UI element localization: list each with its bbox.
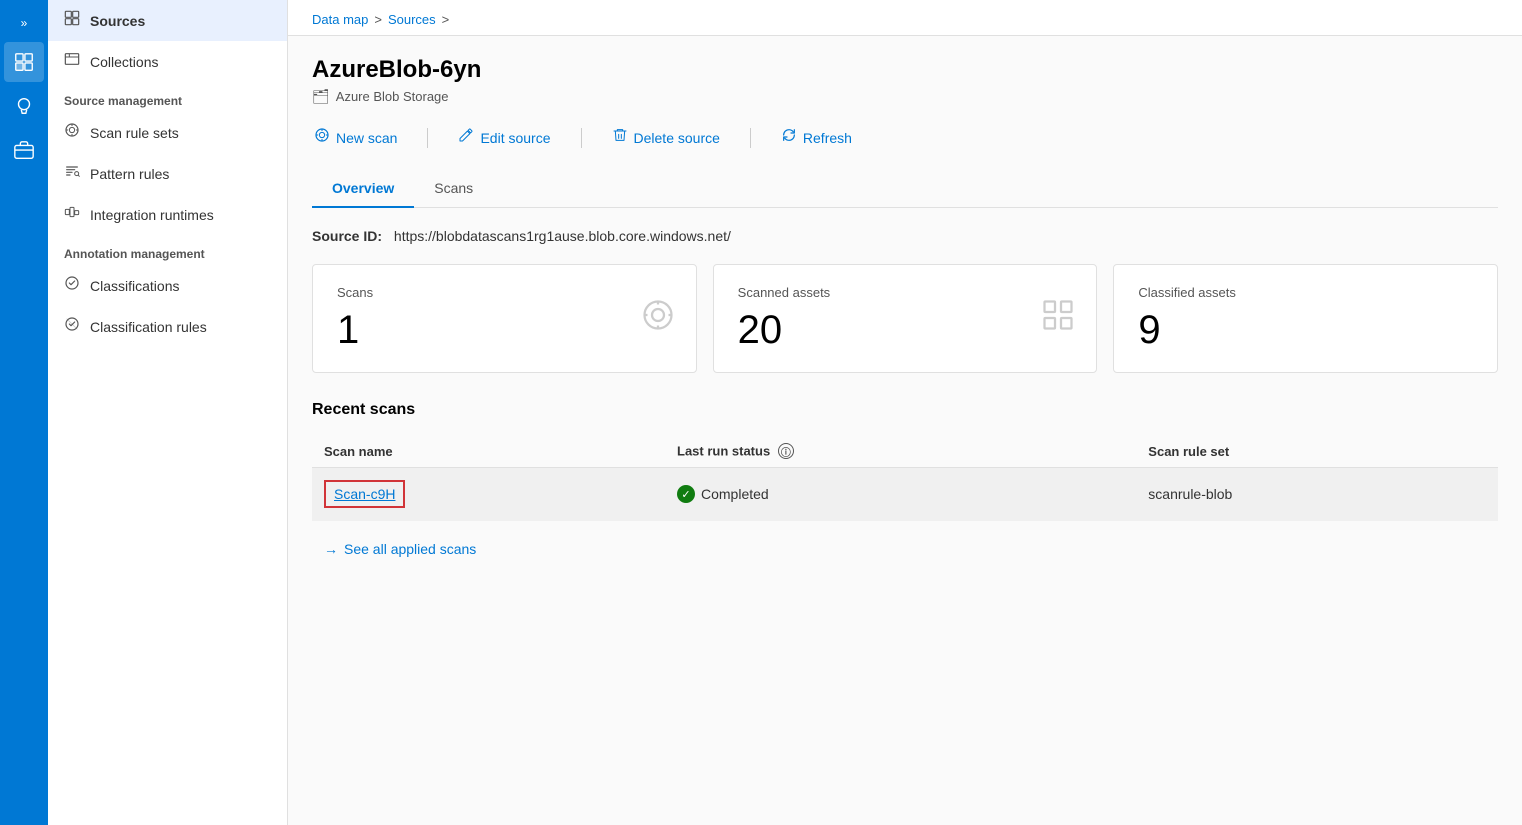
scan-name-header: Scan name — [312, 435, 665, 468]
new-scan-icon — [314, 127, 330, 148]
delete-source-label: Delete source — [634, 130, 720, 146]
briefcase-rail-icon[interactable] — [4, 130, 44, 170]
refresh-label: Refresh — [803, 130, 852, 146]
expand-button[interactable]: » — [13, 8, 36, 38]
classifications-icon — [64, 275, 80, 296]
table-row: Scan-c9H ✓ Completed scanrule-blob — [312, 468, 1498, 521]
edit-source-icon — [458, 127, 474, 148]
scanned-assets-stat-value: 20 — [738, 308, 1073, 352]
main-content: Data map > Sources > AzureBlob-6yn 🗂 Azu… — [288, 0, 1522, 825]
sidebar-item-integration-runtimes-label: Integration runtimes — [90, 207, 214, 223]
sources-icon — [64, 10, 80, 31]
sidebar-item-sources[interactable]: Sources — [48, 0, 287, 41]
stats-row: Scans 1 Scanned assets 20 — [312, 264, 1498, 373]
last-run-status-header: Last run status ⓘ — [665, 435, 1136, 468]
content-area: AzureBlob-6yn 🗂 Azure Blob Storage New s… — [288, 36, 1522, 825]
sidebar-item-sources-label: Sources — [90, 13, 145, 29]
page-subtitle: 🗂 Azure Blob Storage — [312, 88, 1498, 105]
scanned-assets-stat-card: Scanned assets 20 — [713, 264, 1098, 373]
icon-rail: » — [0, 0, 48, 825]
sidebar-item-scan-rule-sets-label: Scan rule sets — [90, 125, 179, 141]
edit-source-button[interactable]: Edit source — [456, 121, 552, 154]
scan-link-wrapper: Scan-c9H — [324, 480, 405, 508]
scan-c9h-link[interactable]: Scan-c9H — [334, 486, 395, 502]
breadcrumb-data-map[interactable]: Data map — [312, 12, 368, 27]
tabs: Overview Scans — [312, 170, 1498, 208]
scan-rule-set-cell: scanrule-blob — [1136, 468, 1498, 521]
refresh-icon — [781, 127, 797, 148]
pattern-rules-icon — [64, 163, 80, 184]
refresh-button[interactable]: Refresh — [779, 121, 854, 154]
scan-rule-sets-icon — [64, 122, 80, 143]
source-id-value: https://blobdatascans1rg1ause.blob.core.… — [394, 228, 731, 244]
sidebar-item-pattern-rules[interactable]: Pattern rules — [48, 153, 287, 194]
sidebar-item-classification-rules[interactable]: Classification rules — [48, 306, 287, 347]
source-management-label: Source management — [48, 82, 287, 112]
classification-rules-icon — [64, 316, 80, 337]
tab-overview[interactable]: Overview — [312, 170, 414, 208]
see-all-arrow-icon: → — [324, 541, 338, 557]
source-id-row: Source ID: https://blobdatascans1rg1ause… — [312, 228, 1498, 244]
scan-name-cell: Scan-c9H — [312, 468, 665, 521]
page-title: AzureBlob-6yn — [312, 56, 1498, 84]
sidebar-item-pattern-rules-label: Pattern rules — [90, 166, 169, 182]
breadcrumb-sources[interactable]: Sources — [388, 12, 436, 27]
sidebar-item-classifications[interactable]: Classifications — [48, 265, 287, 306]
delete-source-button[interactable]: Delete source — [610, 121, 722, 154]
classified-assets-stat-value: 9 — [1138, 308, 1473, 352]
status-dot: ✓ — [677, 485, 695, 503]
classified-assets-stat-card: Classified assets 9 — [1113, 264, 1498, 373]
status-badge: ✓ Completed — [677, 485, 1124, 503]
page-subtitle-text: Azure Blob Storage — [336, 89, 449, 104]
breadcrumb: Data map > Sources > — [288, 0, 1522, 36]
scans-stat-value: 1 — [337, 308, 672, 352]
recent-scans-title: Recent scans — [312, 401, 1498, 419]
storage-icon: 🗂 — [312, 88, 330, 105]
scan-rule-set-header: Scan rule set — [1136, 435, 1498, 468]
toolbar-divider-2 — [581, 128, 582, 148]
classified-assets-stat-label: Classified assets — [1138, 285, 1473, 300]
scans-stat-icon — [640, 297, 676, 341]
scanned-assets-stat-label: Scanned assets — [738, 285, 1073, 300]
last-run-status-info-icon[interactable]: ⓘ — [778, 443, 794, 459]
scans-stat-card: Scans 1 — [312, 264, 697, 373]
tab-scans[interactable]: Scans — [414, 170, 493, 208]
see-all-link[interactable]: → See all applied scans — [312, 533, 1498, 565]
toolbar-divider-3 — [750, 128, 751, 148]
new-scan-label: New scan — [336, 130, 397, 146]
annotation-management-label: Annotation management — [48, 235, 287, 265]
toolbar: New scan Edit source — [312, 121, 1498, 154]
see-all-label: See all applied scans — [344, 541, 476, 557]
breadcrumb-sep-1: > — [374, 12, 382, 27]
sidebar: Sources Collections Source management Sc… — [48, 0, 288, 825]
sidebar-item-scan-rule-sets[interactable]: Scan rule sets — [48, 112, 287, 153]
last-run-status-label: Last run status — [677, 444, 770, 459]
status-text: Completed — [701, 486, 769, 502]
integration-runtimes-icon — [64, 204, 80, 225]
sidebar-item-classifications-label: Classifications — [90, 278, 179, 294]
sidebar-item-collections[interactable]: Collections — [48, 41, 287, 82]
scanned-assets-stat-icon — [1040, 297, 1076, 341]
data-map-rail-icon[interactable] — [4, 42, 44, 82]
collections-icon — [64, 51, 80, 72]
toolbar-divider-1 — [427, 128, 428, 148]
scans-table: Scan name Last run status ⓘ Scan rule se… — [312, 435, 1498, 521]
sidebar-item-collections-label: Collections — [90, 54, 158, 70]
insight-rail-icon[interactable] — [4, 86, 44, 126]
source-id-label: Source ID: — [312, 228, 382, 244]
scans-table-header-row: Scan name Last run status ⓘ Scan rule se… — [312, 435, 1498, 468]
new-scan-button[interactable]: New scan — [312, 121, 399, 154]
delete-source-icon — [612, 127, 628, 148]
edit-source-label: Edit source — [480, 130, 550, 146]
scans-stat-label: Scans — [337, 285, 672, 300]
last-run-status-cell: ✓ Completed — [665, 468, 1136, 521]
breadcrumb-sep-2: > — [442, 12, 450, 27]
sidebar-item-integration-runtimes[interactable]: Integration runtimes — [48, 194, 287, 235]
sidebar-item-classification-rules-label: Classification rules — [90, 319, 207, 335]
